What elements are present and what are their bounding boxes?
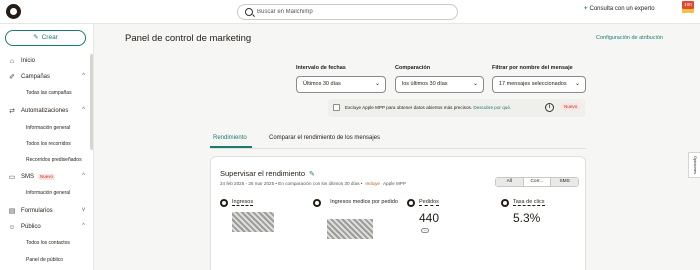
tab-divider <box>210 148 586 149</box>
megaphone-icon: ✐ <box>9 74 15 81</box>
metric-value: 5.3% <box>513 211 541 225</box>
metric-label[interactable]: Tasa de clics <box>513 199 545 206</box>
learn-why-link[interactable]: Descubre por qué. <box>473 105 511 110</box>
sidebar-item-label: Campañas <box>21 74 51 80</box>
sidebar-item-formularios[interactable]: ▤ Formularios v <box>0 205 89 219</box>
date-range-value: Últimos 30 días <box>303 81 341 87</box>
edit-pencil-icon[interactable]: ✎ <box>309 171 315 178</box>
exclude-apple-mpp-checkbox[interactable] <box>333 104 340 111</box>
filter-label-date: Intervalo de fechas <box>296 65 346 71</box>
tab-rendimiento[interactable]: Rendimiento <box>213 135 247 141</box>
performance-card: Supervisar el rendimiento ✎ 24 feb 2025 -… <box>210 156 586 270</box>
sidebar-subitem-todos-contactos[interactable]: Todos los contactos <box>26 240 70 246</box>
attribution-settings-link[interactable]: Configuración de atribución <box>596 35 663 41</box>
segment-all[interactable]: All <box>496 178 523 186</box>
sidebar-subitem-todos-recorridos[interactable]: Todos los recorridos <box>26 141 71 147</box>
chevron-up-icon: ^ <box>82 107 85 113</box>
account-badge[interactable]: 100 <box>682 1 694 9</box>
account-badge-bar <box>682 9 694 13</box>
sidebar-scrollbar[interactable] <box>90 54 93 150</box>
includes-label: Incluye <box>365 181 380 186</box>
sidebar-item-campanas[interactable]: ✐ Campañas ^ <box>0 71 89 85</box>
mailchimp-logo-icon[interactable] <box>6 4 21 19</box>
tab-comparar[interactable]: Comparar el rendimiento de los mensajes <box>269 135 380 141</box>
message-filter-value: 17 mensajes seleccionados <box>499 81 567 87</box>
metric-label[interactable]: Ingresos medios por pedido <box>325 199 403 205</box>
sidebar-item-label: Automatizaciones <box>21 108 69 114</box>
sidebar: ✎ Crear ⌂ Inicio ✐ Campañas ^ Todas las c… <box>0 24 94 270</box>
sidebar-subitem-todas-campanas[interactable]: Todas las campañas <box>26 90 72 96</box>
search-input[interactable] <box>257 6 452 18</box>
channel-segmented-control: All Corr... SMS <box>495 177 579 187</box>
date-range-select[interactable]: Últimos 30 días ⌄ <box>296 76 386 93</box>
sidebar-item-automatizaciones[interactable]: ⇄ Automatizaciones ^ <box>0 105 89 119</box>
chevron-up-icon: ^ <box>82 223 85 229</box>
mailchimp-metric-icon <box>313 199 321 207</box>
redacted-value <box>232 212 274 232</box>
plus-icon: + <box>584 6 588 12</box>
notice-text-wrap: Excluye Apple MPP para obtener datos abi… <box>345 105 511 110</box>
card-title: Supervisar el rendimiento <box>220 169 306 178</box>
sidebar-item-label-wrap: SMS Nuevo <box>21 174 56 180</box>
sidebar-subitem-info-general[interactable]: Información general <box>26 125 70 131</box>
audience-icon: ☺ <box>8 224 16 231</box>
page-title: Panel de control de marketing <box>125 33 252 44</box>
sidebar-item-label: Público <box>21 224 41 230</box>
new-badge: Nuevo <box>38 174 56 180</box>
mailchimp-metric-icon <box>501 199 509 207</box>
new-badge: Nuevo <box>561 103 581 110</box>
message-filter-select[interactable]: 17 mensajes seleccionados ⌄ <box>492 76 586 93</box>
create-label: Crear <box>41 34 58 41</box>
card-subtitle: 24 feb 2025 - 25 mar 2025 • En comparaci… <box>220 181 406 186</box>
pencil-icon: ✎ <box>33 34 39 41</box>
sidebar-item-label: SMS <box>21 174 35 180</box>
apple-mpp-notice: Excluye Apple MPP para obtener datos abi… <box>328 99 585 117</box>
sidebar-item-sms[interactable]: ▭ SMS Nuevo ^ <box>0 171 89 185</box>
metric-label[interactable]: Ingresos <box>232 199 254 206</box>
sidebar-item-label: Inicio <box>21 58 36 64</box>
sidebar-item-publico[interactable]: ☺ Público ^ <box>0 221 89 235</box>
sidebar-subitem-panel-publico[interactable]: Panel de público <box>26 257 63 263</box>
active-tab-indicator <box>210 146 252 148</box>
card-title-wrap: Supervisar el rendimiento ✎ <box>220 169 315 178</box>
feedback-side-tab[interactable]: Opiniones <box>688 152 700 178</box>
filter-label-message: Filtrar por nombre del mensaje <box>492 65 573 71</box>
chevron-down-icon: v <box>82 207 85 213</box>
search-box[interactable] <box>237 4 458 20</box>
segment-sms[interactable]: SMS <box>551 178 579 186</box>
segment-email[interactable]: Corr... <box>522 178 552 186</box>
trend-pill: — <box>421 228 429 233</box>
comparison-select[interactable]: los últimos 30 días ⌄ <box>395 76 484 93</box>
chevron-down-icon: ⌄ <box>574 81 580 87</box>
automation-icon: ⇄ <box>9 108 15 115</box>
expert-label: Consulta con un experto <box>589 6 655 12</box>
mailchimp-metric-icon <box>407 199 415 207</box>
chevron-down-icon: ⌄ <box>472 81 478 87</box>
sidebar-item-label: Formularios <box>21 208 53 214</box>
home-icon: ⌂ <box>9 58 15 65</box>
search-icon <box>245 8 253 16</box>
form-icon: ▤ <box>8 208 16 215</box>
comparison-value: los últimos 30 días <box>402 81 448 87</box>
sms-icon: ▭ <box>8 174 16 181</box>
metric-value: 440 <box>419 211 440 225</box>
sidebar-subitem-sms-info[interactable]: Información general <box>26 190 70 196</box>
info-icon[interactable]: i <box>545 103 554 112</box>
chevron-up-icon: ^ <box>82 173 85 179</box>
expert-button[interactable]: + Consulta con un experto <box>584 6 655 12</box>
sidebar-subitem-recorridos-predisenados[interactable]: Recorridos prediseñados <box>26 157 82 163</box>
chevron-down-icon: ⌄ <box>374 81 380 87</box>
notice-text: Excluye Apple MPP para obtener datos abi… <box>345 105 473 110</box>
date-range-text: 24 feb 2025 - 25 mar 2025 • En comparaci… <box>220 181 363 186</box>
apple-mpp-label: Apple MPP <box>382 181 406 186</box>
filter-label-comparison: Comparación <box>395 65 431 71</box>
chevron-up-icon: ^ <box>82 73 85 79</box>
redacted-value <box>327 219 373 239</box>
sidebar-item-inicio[interactable]: ⌂ Inicio <box>0 55 89 69</box>
top-bar: +Consulta con un experto 100 <box>0 0 700 24</box>
metric-label[interactable]: Pedidos <box>419 199 439 206</box>
create-button[interactable]: ✎ Crear <box>5 30 86 46</box>
mailchimp-metric-icon <box>220 199 228 207</box>
